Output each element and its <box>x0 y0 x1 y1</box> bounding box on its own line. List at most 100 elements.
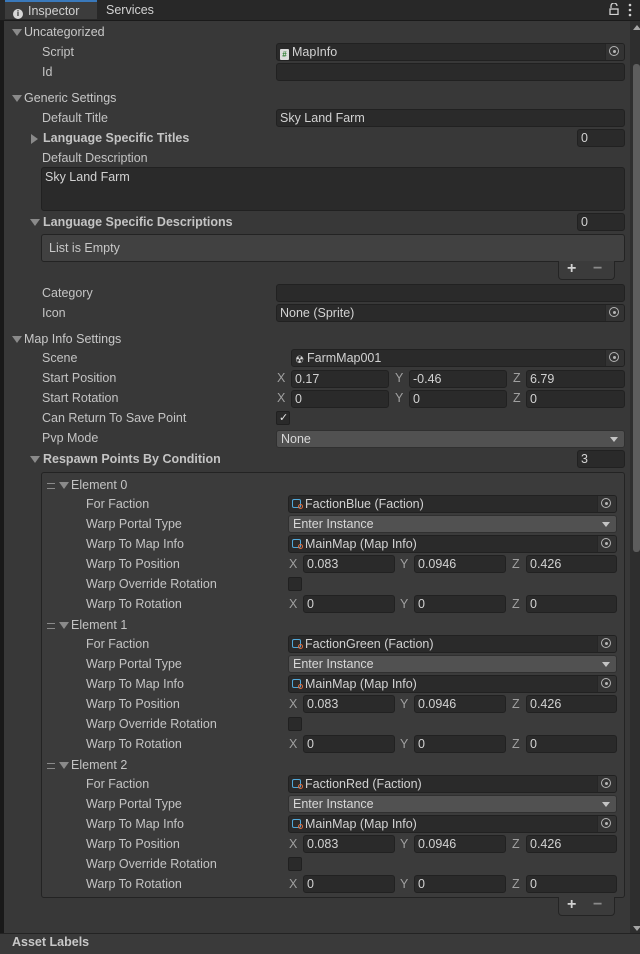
section-uncategorized[interactable]: Uncategorized <box>24 24 105 40</box>
warp-to-map-info-field[interactable]: MainMap (Map Info) <box>288 815 617 833</box>
warp-rotation-z-input[interactable]: 0 <box>526 875 617 893</box>
object-picker-icon[interactable] <box>597 776 616 792</box>
warp-rotation-z-input[interactable]: 0 <box>526 595 617 613</box>
portal-type-value: Enter Instance <box>293 657 374 671</box>
asset-labels-header[interactable]: Asset Labels <box>12 935 89 949</box>
drag-handle-icon[interactable] <box>47 483 55 489</box>
foldout-arrow-icon[interactable] <box>31 134 38 144</box>
add-element-button[interactable]: + <box>567 261 576 277</box>
object-picker-icon[interactable] <box>597 636 616 652</box>
object-picker-icon[interactable] <box>605 305 624 321</box>
warp-rotation-x-input[interactable]: 0 <box>303 875 395 893</box>
warp-override-rotation-checkbox[interactable] <box>288 857 302 871</box>
kebab-menu-icon[interactable] <box>628 3 632 17</box>
for-faction-field[interactable]: FactionGreen (Faction) <box>288 635 617 653</box>
warp-position-y-input[interactable]: 0.0946 <box>414 555 506 573</box>
icon-field[interactable]: None (Sprite) <box>276 304 625 322</box>
warp-rotation-y-input[interactable]: 0 <box>414 875 506 893</box>
language-specific-descriptions-foldout[interactable]: Language Specific Descriptions <box>43 214 233 230</box>
section-generic-settings[interactable]: Generic Settings <box>24 90 116 106</box>
z-axis-label: Z <box>512 877 520 891</box>
id-input[interactable] <box>276 63 625 81</box>
add-element-button[interactable]: + <box>567 897 576 913</box>
pvp-mode-dropdown[interactable]: None <box>276 430 625 448</box>
foldout-arrow-icon[interactable] <box>12 95 22 102</box>
warp-override-rotation-label: Warp Override Rotation <box>86 577 217 591</box>
object-picker-icon[interactable] <box>597 816 616 832</box>
category-input[interactable] <box>276 284 625 302</box>
warp-position-x-input[interactable]: 0.083 <box>303 695 395 713</box>
warp-rotation-x-input[interactable]: 0 <box>303 595 395 613</box>
script-label: Script <box>42 45 74 59</box>
warp-position-x-input[interactable]: 0.083 <box>303 835 395 853</box>
drag-handle-icon[interactable] <box>47 763 55 769</box>
z-axis-label: Z <box>512 697 520 711</box>
default-description-textarea[interactable]: Sky Land Farm <box>41 167 625 211</box>
start-position-x-input[interactable]: 0.17 <box>291 370 389 388</box>
start-rotation-z-input[interactable]: 0 <box>526 390 625 408</box>
object-picker-icon[interactable] <box>605 44 624 60</box>
warp-position-z-input[interactable]: 0.426 <box>526 695 617 713</box>
warp-rotation-x-input[interactable]: 0 <box>303 735 395 753</box>
foldout-arrow-icon[interactable] <box>59 482 69 489</box>
element-title[interactable]: Element 2 <box>71 757 127 773</box>
foldout-arrow-icon[interactable] <box>30 219 40 226</box>
warp-position-x-input[interactable]: 0.083 <box>303 555 395 573</box>
object-picker-icon[interactable] <box>597 676 616 692</box>
foldout-arrow-icon[interactable] <box>12 336 22 343</box>
remove-element-button[interactable]: − <box>593 261 602 277</box>
start-position-y-input[interactable]: -0.46 <box>409 370 507 388</box>
language-titles-size-input[interactable]: 0 <box>577 129 625 147</box>
y-axis-label: Y <box>400 737 409 751</box>
warp-portal-type-dropdown[interactable]: Enter Instance <box>288 515 617 533</box>
script-field[interactable]: # MapInfo <box>276 43 625 61</box>
respawn-points-foldout[interactable]: Respawn Points By Condition <box>43 451 221 467</box>
warp-rotation-y-input[interactable]: 0 <box>414 595 506 613</box>
warp-rotation-z-input[interactable]: 0 <box>526 735 617 753</box>
warp-rotation-y-input[interactable]: 0 <box>414 735 506 753</box>
warp-portal-type-dropdown[interactable]: Enter Instance <box>288 795 617 813</box>
foldout-arrow-icon[interactable] <box>30 456 40 463</box>
warp-position-z-input[interactable]: 0.426 <box>526 835 617 853</box>
for-faction-field[interactable]: FactionBlue (Faction) <box>288 495 617 513</box>
element-title[interactable]: Element 1 <box>71 617 127 633</box>
warp-override-rotation-checkbox[interactable] <box>288 577 302 591</box>
foldout-arrow-icon[interactable] <box>59 762 69 769</box>
tab-services[interactable]: Services <box>106 0 154 20</box>
section-map-info-settings[interactable]: Map Info Settings <box>24 331 121 347</box>
tab-services-label: Services <box>106 3 154 17</box>
warp-position-y-input[interactable]: 0.0946 <box>414 695 506 713</box>
scriptable-object-icon <box>292 638 303 649</box>
language-specific-titles-foldout[interactable]: Language Specific Titles <box>43 130 189 146</box>
warp-position-z-input[interactable]: 0.426 <box>526 555 617 573</box>
id-label: Id <box>42 65 53 79</box>
object-picker-icon[interactable] <box>605 350 624 366</box>
foldout-arrow-icon[interactable] <box>12 29 22 36</box>
element-title[interactable]: Element 0 <box>71 477 127 493</box>
warp-to-map-info-field[interactable]: MainMap (Map Info) <box>288 535 617 553</box>
scene-field[interactable]: ☢ FarmMap001 <box>291 349 625 367</box>
warp-override-rotation-checkbox[interactable] <box>288 717 302 731</box>
object-picker-icon[interactable] <box>597 496 616 512</box>
can-return-checkbox[interactable]: ✓ <box>276 411 290 425</box>
scriptable-object-icon <box>292 778 303 789</box>
start-position-z-input[interactable]: 6.79 <box>526 370 625 388</box>
scroll-down-arrow-icon[interactable] <box>633 926 640 931</box>
foldout-arrow-icon[interactable] <box>59 622 69 629</box>
remove-element-button[interactable]: − <box>593 897 602 913</box>
drag-handle-icon[interactable] <box>47 623 55 629</box>
scroll-up-arrow-icon[interactable] <box>633 25 640 30</box>
language-descriptions-size-input[interactable]: 0 <box>577 213 625 231</box>
respawn-points-size-input[interactable]: 3 <box>577 450 625 468</box>
lock-icon[interactable] <box>609 2 619 16</box>
start-rotation-y-input[interactable]: 0 <box>409 390 507 408</box>
scrollbar-thumb[interactable] <box>633 64 640 552</box>
warp-portal-type-dropdown[interactable]: Enter Instance <box>288 655 617 673</box>
default-title-input[interactable]: Sky Land Farm <box>276 109 625 127</box>
tab-inspector[interactable]: i Inspector <box>5 0 97 19</box>
warp-position-y-input[interactable]: 0.0946 <box>414 835 506 853</box>
object-picker-icon[interactable] <box>597 536 616 552</box>
for-faction-field[interactable]: FactionRed (Faction) <box>288 775 617 793</box>
warp-to-map-info-field[interactable]: MainMap (Map Info) <box>288 675 617 693</box>
start-rotation-x-input[interactable]: 0 <box>291 390 389 408</box>
